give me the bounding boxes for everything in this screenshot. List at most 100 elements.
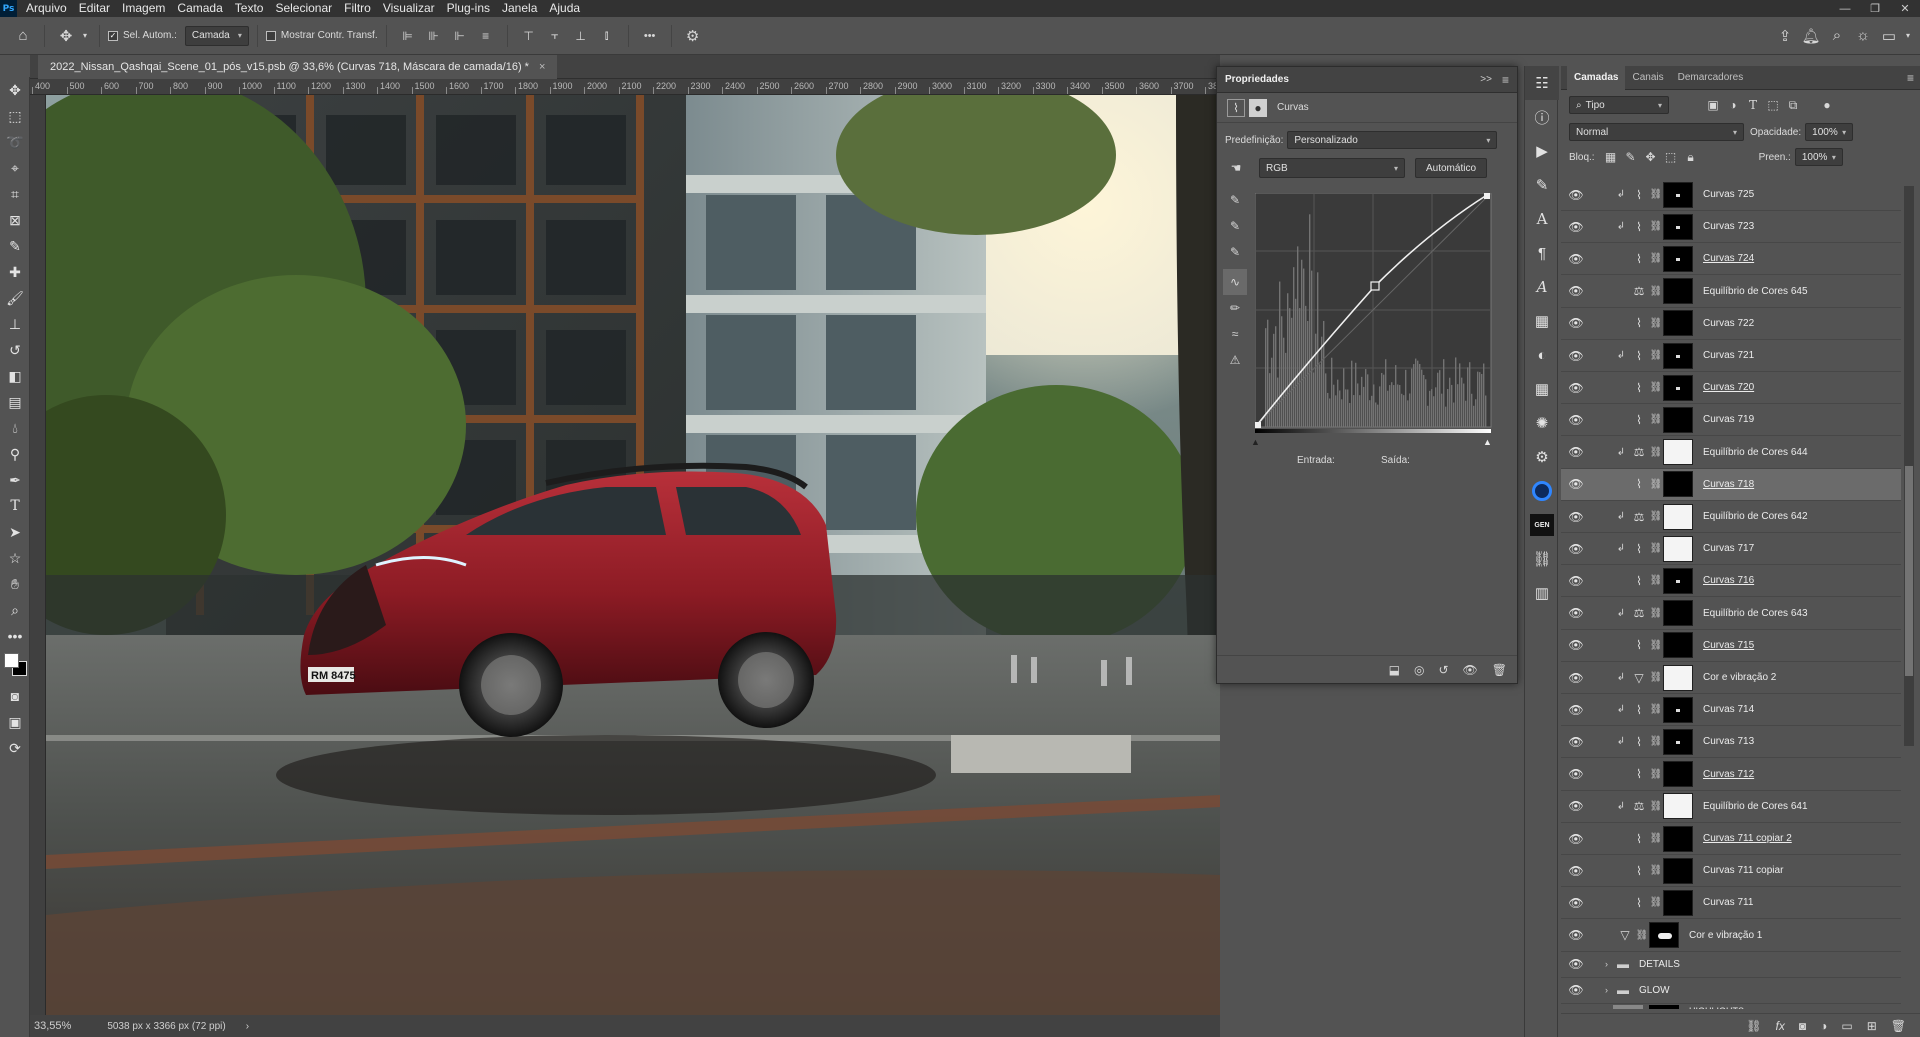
plugin-link-icon[interactable]: ⛓ — [1525, 542, 1559, 576]
mask-link-icon[interactable]: ⛓ — [1649, 736, 1663, 747]
share-icon[interactable]: ⇪ — [1772, 23, 1798, 49]
visibility-eye-icon[interactable]: 👁︎ — [1561, 220, 1591, 234]
layer-mask-thumbnail[interactable] — [1663, 278, 1693, 305]
mask-link-icon[interactable]: ⛓ — [1649, 447, 1663, 458]
curves-adjustment-icon[interactable]: ⌇ — [1629, 381, 1649, 395]
eyedropper-tool-icon[interactable]: ✎ — [0, 233, 30, 259]
eyedropper-gray-icon[interactable]: ✎ — [1223, 213, 1247, 239]
layer-row[interactable]: 👁︎ ↲ ⌇ ⛓ Curvas 714 — [1561, 694, 1901, 727]
actions-play-icon[interactable]: ▶ — [1525, 134, 1559, 168]
zoom-tool-icon[interactable]: ⌕ — [0, 597, 30, 623]
new-layer-icon[interactable]: ⊞ — [1867, 1019, 1877, 1033]
layer-mask-thumbnail[interactable] — [1663, 181, 1693, 208]
layer-row[interactable]: 👁︎ ↲ ⌇ ⛓ Curvas 713 — [1561, 726, 1901, 759]
curves-adjustment-icon[interactable]: ⌇ — [1629, 316, 1649, 330]
visibility-eye-icon[interactable]: 👁︎ — [1561, 957, 1591, 971]
search-icon[interactable]: ⌕ — [1824, 23, 1850, 49]
align-right-icon[interactable]: ⊩ — [447, 23, 473, 49]
auto-button[interactable]: Automático — [1415, 158, 1487, 178]
menu-arquivo[interactable]: Arquivo — [20, 0, 73, 17]
lock-transparent-icon[interactable]: ▦ — [1601, 150, 1621, 164]
foreground-color-swatch[interactable] — [4, 653, 19, 668]
visibility-eye-icon[interactable]: 👁︎ — [1561, 832, 1591, 846]
maximize-button[interactable]: ❐ — [1860, 0, 1890, 17]
layer-row[interactable]: 👁︎ ⌇ ⛓ Curvas 718 — [1561, 468, 1901, 501]
lock-position-icon[interactable]: ✥ — [1641, 150, 1661, 164]
layer-row[interactable]: 👁︎ ⌇ ⛓ Curvas 712 — [1561, 759, 1901, 791]
layer-style-icon[interactable]: fx — [1776, 1019, 1785, 1033]
preset-dropdown[interactable]: Personalizado ▾ — [1287, 131, 1498, 149]
curves-adjustment-icon[interactable]: ⌇ — [1629, 413, 1649, 427]
home-icon[interactable]: ⌂ — [10, 23, 36, 49]
visibility-eye-icon[interactable]: 👁︎ — [1561, 413, 1591, 427]
layer-mask-thumbnail[interactable] — [1663, 245, 1693, 272]
visibility-eye-icon[interactable]: 👁︎ — [1561, 671, 1591, 685]
layers-scrollbar[interactable] — [1904, 186, 1914, 746]
layer-row[interactable]: 👁︎ ↲ ⌇ ⛓ Curvas 725 — [1561, 179, 1901, 211]
layer-row[interactable]: 👁︎ ⌇ ⛓ Curvas 722 — [1561, 308, 1901, 340]
menu-selecionar[interactable]: Selecionar — [269, 0, 338, 17]
mask-link-icon[interactable]: ⛓ — [1635, 930, 1649, 941]
layer-row[interactable]: 👁︎ ⌇ ⛓ Curvas 711 copiar — [1561, 855, 1901, 888]
history-brush-icon[interactable]: ↺ — [0, 337, 30, 363]
vibrance-icon[interactable]: ▽ — [1615, 928, 1635, 942]
layer-row[interactable]: 👁︎ ↲ ⌇ ⛓ Curvas 721 — [1561, 340, 1901, 372]
eyedropper-black-icon[interactable]: ✎ — [1223, 187, 1247, 213]
layer-mask-thumbnail[interactable] — [1663, 696, 1693, 723]
bell-icon[interactable]: 🔔︎ — [1798, 23, 1824, 49]
filter-kind-dropdown[interactable]: ⌕ Tipo ▾ — [1569, 96, 1669, 114]
curves-adjustment-icon[interactable]: ⌇ — [1629, 703, 1649, 717]
visibility-eye-icon[interactable]: 👁︎ — [1561, 445, 1591, 459]
layer-row[interactable]: 👁︎ ⌇ ⛓ Curvas 724 — [1561, 243, 1901, 276]
menu-editar[interactable]: Editar — [73, 0, 116, 17]
layer-mask-thumbnail[interactable] — [1663, 793, 1693, 820]
libraries-icon[interactable]: ▦ — [1525, 304, 1559, 338]
layer-row[interactable]: 👁︎ ⚖ ⛓ Equilíbrio de Cores 645 — [1561, 276, 1901, 308]
lightbulb-icon[interactable]: ☼ — [1850, 23, 1876, 49]
layer-mask-thumbnail[interactable] — [1663, 310, 1693, 337]
mask-icon[interactable]: ● — [1249, 98, 1267, 117]
menu-ajuda[interactable]: Ajuda — [543, 0, 586, 17]
mask-link-icon[interactable]: ⛓ — [1649, 640, 1663, 651]
color-balance-icon[interactable]: ⚖ — [1629, 445, 1649, 459]
layer-mask-thumbnail[interactable] — [1663, 213, 1693, 240]
mask-link-icon[interactable]: ⛓ — [1649, 704, 1663, 715]
layer-mask-thumbnail[interactable] — [1663, 503, 1693, 530]
layer-mask-thumbnail[interactable] — [1663, 471, 1693, 498]
curves-adjustment-icon[interactable]: ⌇ — [1629, 864, 1649, 878]
visibility-eye-icon[interactable]: 👁︎ — [1561, 542, 1591, 556]
layer-row[interactable]: 👁︎ ↲ ⚖ ⛓ Equilíbrio de Cores 643 — [1561, 598, 1901, 630]
layer-mask-thumbnail[interactable] — [1663, 761, 1693, 788]
mask-link-icon[interactable]: ⛓ — [1649, 189, 1663, 200]
blur-tool-icon[interactable]: 💧︎ — [0, 415, 30, 441]
visibility-eye-icon[interactable]: 👁︎ — [1561, 638, 1591, 652]
frame-tool-icon[interactable]: ⊠ — [0, 207, 30, 233]
mask-link-icon[interactable]: ⛓ — [1649, 318, 1663, 329]
path-select-icon[interactable]: ➤ — [0, 519, 30, 545]
layer-mask-thumbnail[interactable] — [1663, 342, 1693, 369]
move-tool-icon[interactable]: ✥ — [53, 23, 79, 49]
visibility-eye-icon[interactable]: 👁︎ — [1561, 606, 1591, 620]
mask-link-icon[interactable]: ⛓ — [1649, 897, 1663, 908]
minimize-button[interactable]: — — [1830, 0, 1860, 17]
visibility-eye-icon[interactable]: 👁︎ — [1561, 864, 1591, 878]
swatches-icon[interactable]: ▦ — [1525, 372, 1559, 406]
menu-filtro[interactable]: Filtro — [338, 0, 377, 17]
visibility-icon[interactable]: 👁︎ — [1463, 663, 1478, 677]
visibility-eye-icon[interactable]: 👁︎ — [1561, 188, 1591, 202]
menu-texto[interactable]: Texto — [229, 0, 270, 17]
visibility-eye-icon[interactable]: 👁︎ — [1561, 477, 1591, 491]
menu-visualizar[interactable]: Visualizar — [377, 0, 441, 17]
align-left-icon[interactable]: ⊫ — [395, 23, 421, 49]
mask-link-icon[interactable]: ⛓ — [1649, 833, 1663, 844]
color-icon[interactable]: ◐ — [1525, 338, 1559, 372]
mask-link-icon[interactable]: ⛓ — [1649, 286, 1663, 297]
brush-settings-icon[interactable]: ✎ — [1525, 168, 1559, 202]
filter-toggle-icon[interactable]: ● — [1817, 98, 1837, 112]
visibility-eye-icon[interactable]: 👁︎ — [1561, 799, 1591, 813]
layer-row[interactable]: 👁︎ ⌇ ⛓ Curvas 716 — [1561, 565, 1901, 598]
mask-link-icon[interactable]: ⛓ — [1649, 608, 1663, 619]
mask-link-icon[interactable]: ⛓ — [1649, 672, 1663, 683]
visibility-eye-icon[interactable]: 👁︎ — [1561, 381, 1591, 395]
auto-select-target-dropdown[interactable]: Camada ▾ — [184, 25, 249, 46]
